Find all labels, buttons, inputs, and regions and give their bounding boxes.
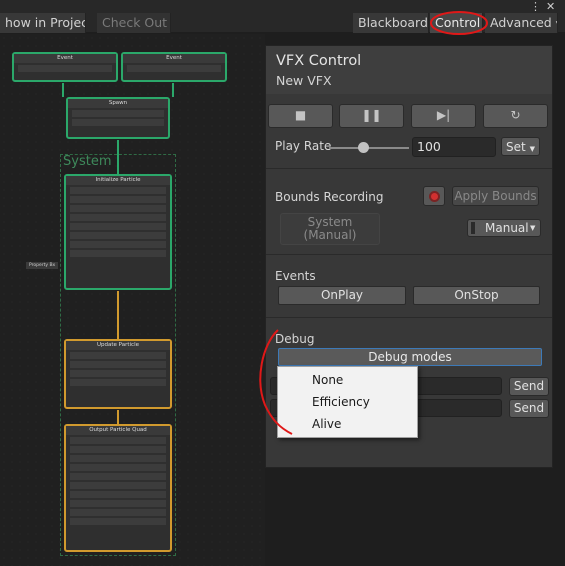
top-toolbar: how in Project Check Out Blackboard Cont… [0,0,565,33]
graph-canvas[interactable]: Event Event Spawn System Initialize Part… [0,34,265,566]
output-node-row [70,482,166,489]
event-node-right[interactable]: Event [121,52,227,82]
panel-header: VFX Control New VFX [266,46,552,94]
output-node-row [70,473,166,480]
initialize-node[interactable]: Initialize Particle [64,174,172,290]
divider [266,168,552,169]
pause-button[interactable]: ❚❚ [339,104,404,128]
spawn-node-title: Spawn [68,99,168,108]
initialize-node-row [70,214,166,221]
stop-icon: ■ [294,108,307,122]
system-manual-box: System (Manual) [280,213,380,245]
initialize-node-title: Initialize Particle [66,176,170,185]
restart-button[interactable]: ↻ [483,104,548,128]
event-node-row [127,65,221,72]
more-vertical-icon[interactable]: ⋮ [530,0,541,13]
output-node-row [70,446,166,453]
event-node-title: Event [123,54,225,63]
menu-item-efficiency[interactable]: Efficiency [312,395,370,409]
panel-subtitle: New VFX [276,73,332,88]
divider [266,254,552,255]
update-node-row [70,370,166,377]
restart-icon: ↻ [510,108,521,122]
blackboard-button[interactable]: Blackboard [353,13,429,33]
output-node-row [70,464,166,471]
record-icon [429,191,440,202]
play-rate-input[interactable]: 100 [412,137,496,157]
property-node[interactable]: Property Bx [26,262,59,269]
output-node-row [70,509,166,516]
play-rate-slider-thumb[interactable] [357,142,369,153]
spawn-node-row [72,110,164,117]
manual-label: Manual [485,221,529,235]
wire [62,83,64,97]
output-node-row [70,491,166,498]
output-node-row [70,455,166,462]
output-node-row [70,500,166,507]
set-dropdown[interactable]: Set ▼ [501,137,540,156]
system-label: System [63,154,112,169]
close-icon[interactable]: ✕ [546,0,555,13]
chevron-down-icon: ▼ [556,20,557,30]
record-bounds-button[interactable] [423,186,445,206]
event-node-row [18,65,112,72]
initialize-node-row [70,196,166,203]
initialize-node-row [70,250,166,257]
chevron-down-icon: ▼ [530,224,536,232]
initialize-node-row [70,205,166,212]
output-node-row [70,518,166,525]
menu-item-none[interactable]: None [312,373,343,387]
system-line2: (Manual) [303,228,357,242]
initialize-node-row [70,187,166,194]
apply-bounds-button[interactable]: Apply Bounds [452,186,539,206]
menu-item-alive[interactable]: Alive [312,417,341,431]
onstop-button[interactable]: OnStop [413,286,540,305]
wire [172,83,174,97]
debug-modes-dropdown[interactable]: Debug modes [278,348,542,366]
event-node-title: Event [14,54,116,63]
output-node-title: Output Particle Quad [66,426,170,435]
control-button[interactable]: Control [430,13,483,33]
event-node-left[interactable]: Event [12,52,118,82]
update-node-title: Update Particle [66,341,170,350]
set-label: Set [506,140,526,154]
send-button-2[interactable]: Send [509,399,549,418]
onplay-button[interactable]: OnPlay [278,286,406,305]
initialize-node-row [70,232,166,239]
spawn-node[interactable]: Spawn [66,97,170,139]
pause-icon: ❚❚ [361,108,382,122]
stop-button[interactable]: ■ [268,104,333,128]
output-node[interactable]: Output Particle Quad [64,424,172,552]
spawn-node-row [72,119,164,126]
output-node-row [70,437,166,444]
update-node-row [70,352,166,359]
initialize-node-row [70,241,166,248]
debug-modes-menu: None Efficiency Alive [277,366,418,438]
show-in-project-button[interactable]: how in Project [0,13,86,33]
send-button-1[interactable]: Send [509,377,549,396]
play-rate-slider[interactable] [329,147,409,149]
step-button[interactable]: ▶| [411,104,476,128]
play-rate-label: Play Rate [275,139,332,153]
manual-dropdown[interactable]: Manual ▼ [467,219,541,237]
grip-icon [471,222,475,234]
update-node-row [70,379,166,386]
panel-title: VFX Control [276,53,362,69]
wire [117,410,119,424]
advanced-dropdown[interactable]: Advanced ▼ [485,13,558,33]
chevron-down-icon: ▼ [529,145,535,153]
check-out-button[interactable]: Check Out [97,13,171,33]
debug-label: Debug [275,332,315,346]
events-label: Events [275,269,316,283]
update-node-row [70,361,166,368]
step-icon: ▶| [436,108,451,122]
wire [117,291,119,339]
update-node[interactable]: Update Particle [64,339,172,409]
initialize-node-row [70,223,166,230]
divider [266,317,552,318]
advanced-label: Advanced [490,15,552,30]
bounds-recording-label: Bounds Recording [275,190,384,204]
